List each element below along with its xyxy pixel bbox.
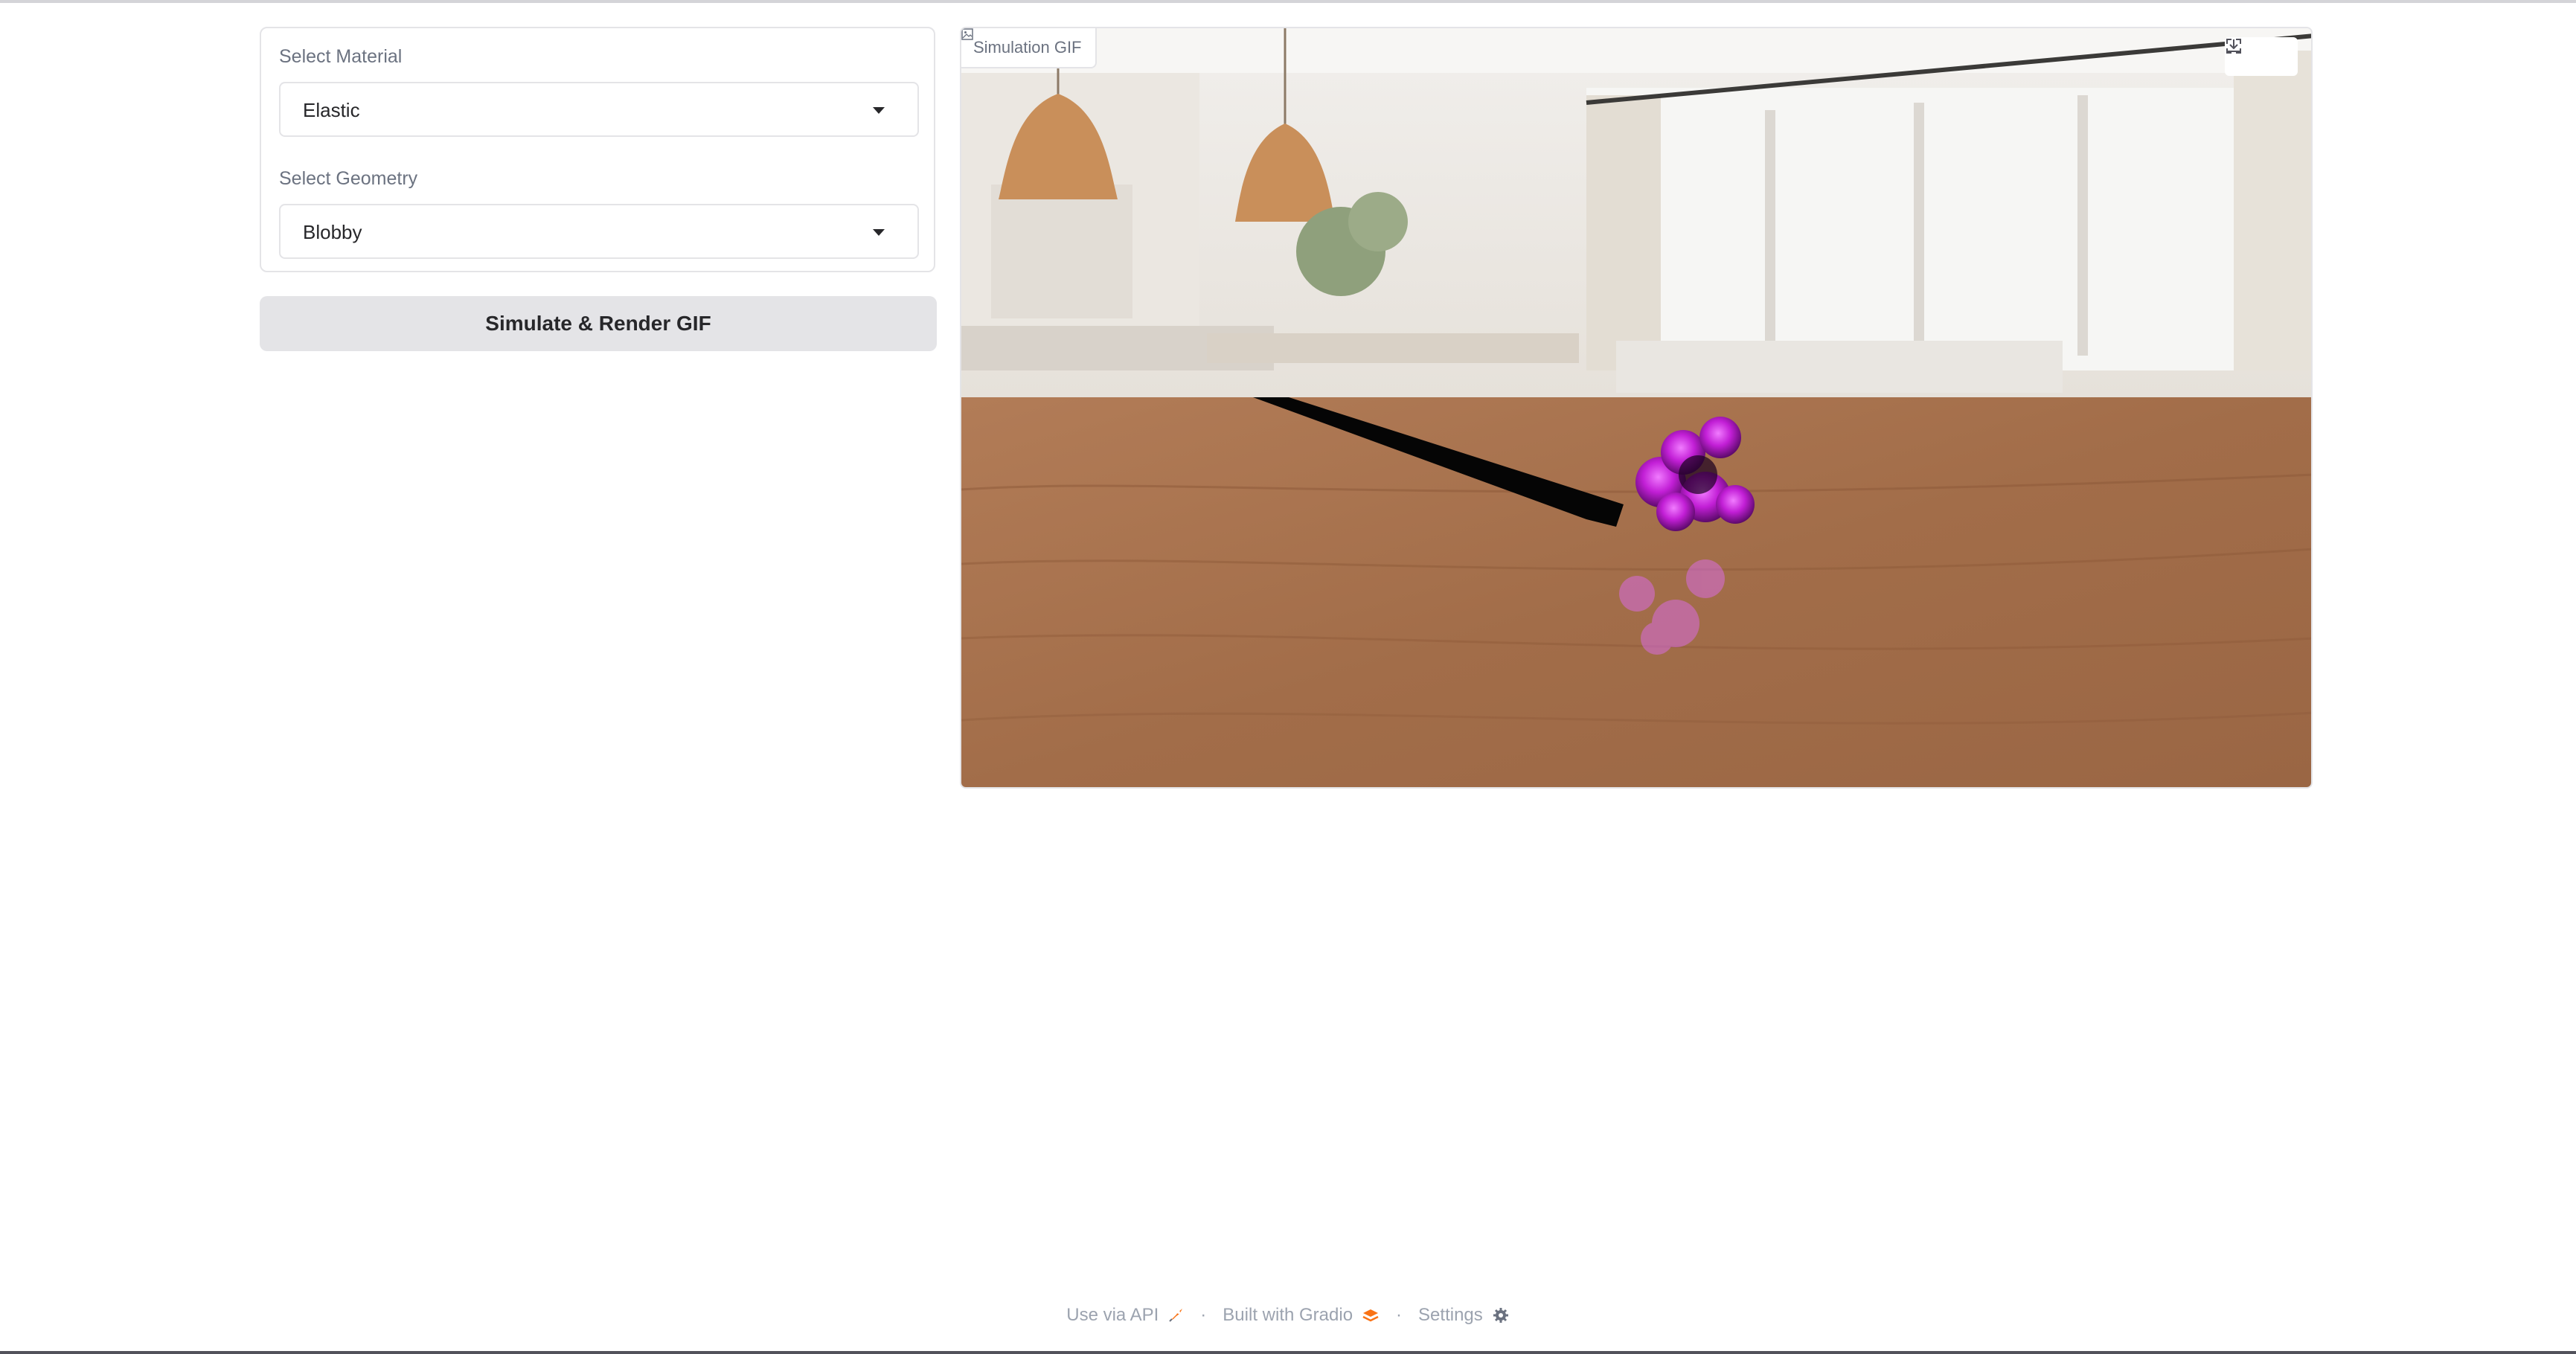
top-rule [0, 0, 2576, 3]
gear-icon [1493, 1308, 1508, 1323]
material-dropdown[interactable]: Elastic [279, 82, 919, 137]
download-button[interactable] [2228, 39, 2293, 70]
footer-separator: · [1396, 1305, 1403, 1325]
geometry-dropdown[interactable]: Blobby [279, 204, 919, 259]
simulation-image [961, 28, 2311, 787]
material-value: Elastic [303, 99, 360, 121]
use-api-label: Use via API [1066, 1305, 1159, 1325]
output-actions [2225, 37, 2298, 76]
use-api-link[interactable]: Use via API [1066, 1305, 1184, 1326]
download-icon [2228, 39, 2240, 52]
rocket-icon [1169, 1309, 1183, 1322]
output-label: Simulation GIF [973, 38, 1082, 57]
simulate-render-button[interactable]: Simulate & Render GIF [260, 296, 937, 351]
built-with-gradio-label: Built with Gradio [1223, 1305, 1353, 1325]
built-with-gradio-link[interactable]: Built with Gradio [1223, 1305, 1380, 1326]
geometry-value: Blobby [303, 221, 362, 243]
gradio-logo-icon [1362, 1309, 1379, 1322]
chevron-down-icon [873, 229, 885, 236]
settings-label: Settings [1418, 1305, 1483, 1325]
image-icon [961, 28, 973, 40]
settings-link[interactable]: Settings [1418, 1305, 1510, 1326]
settings-form: Select Material Elastic Select Geometry … [260, 27, 935, 272]
footer-separator: · [1200, 1305, 1207, 1325]
output-label-chip: Simulation GIF [961, 28, 1097, 68]
material-label: Select Material [279, 46, 403, 67]
geometry-label: Select Geometry [279, 168, 418, 189]
chevron-down-icon [873, 107, 885, 114]
simulation-gif-panel: Simulation GIF [960, 27, 2313, 789]
footer: Use via API · Built with Gradio · Settin… [0, 1300, 2576, 1330]
bottom-rule [0, 1351, 2576, 1354]
